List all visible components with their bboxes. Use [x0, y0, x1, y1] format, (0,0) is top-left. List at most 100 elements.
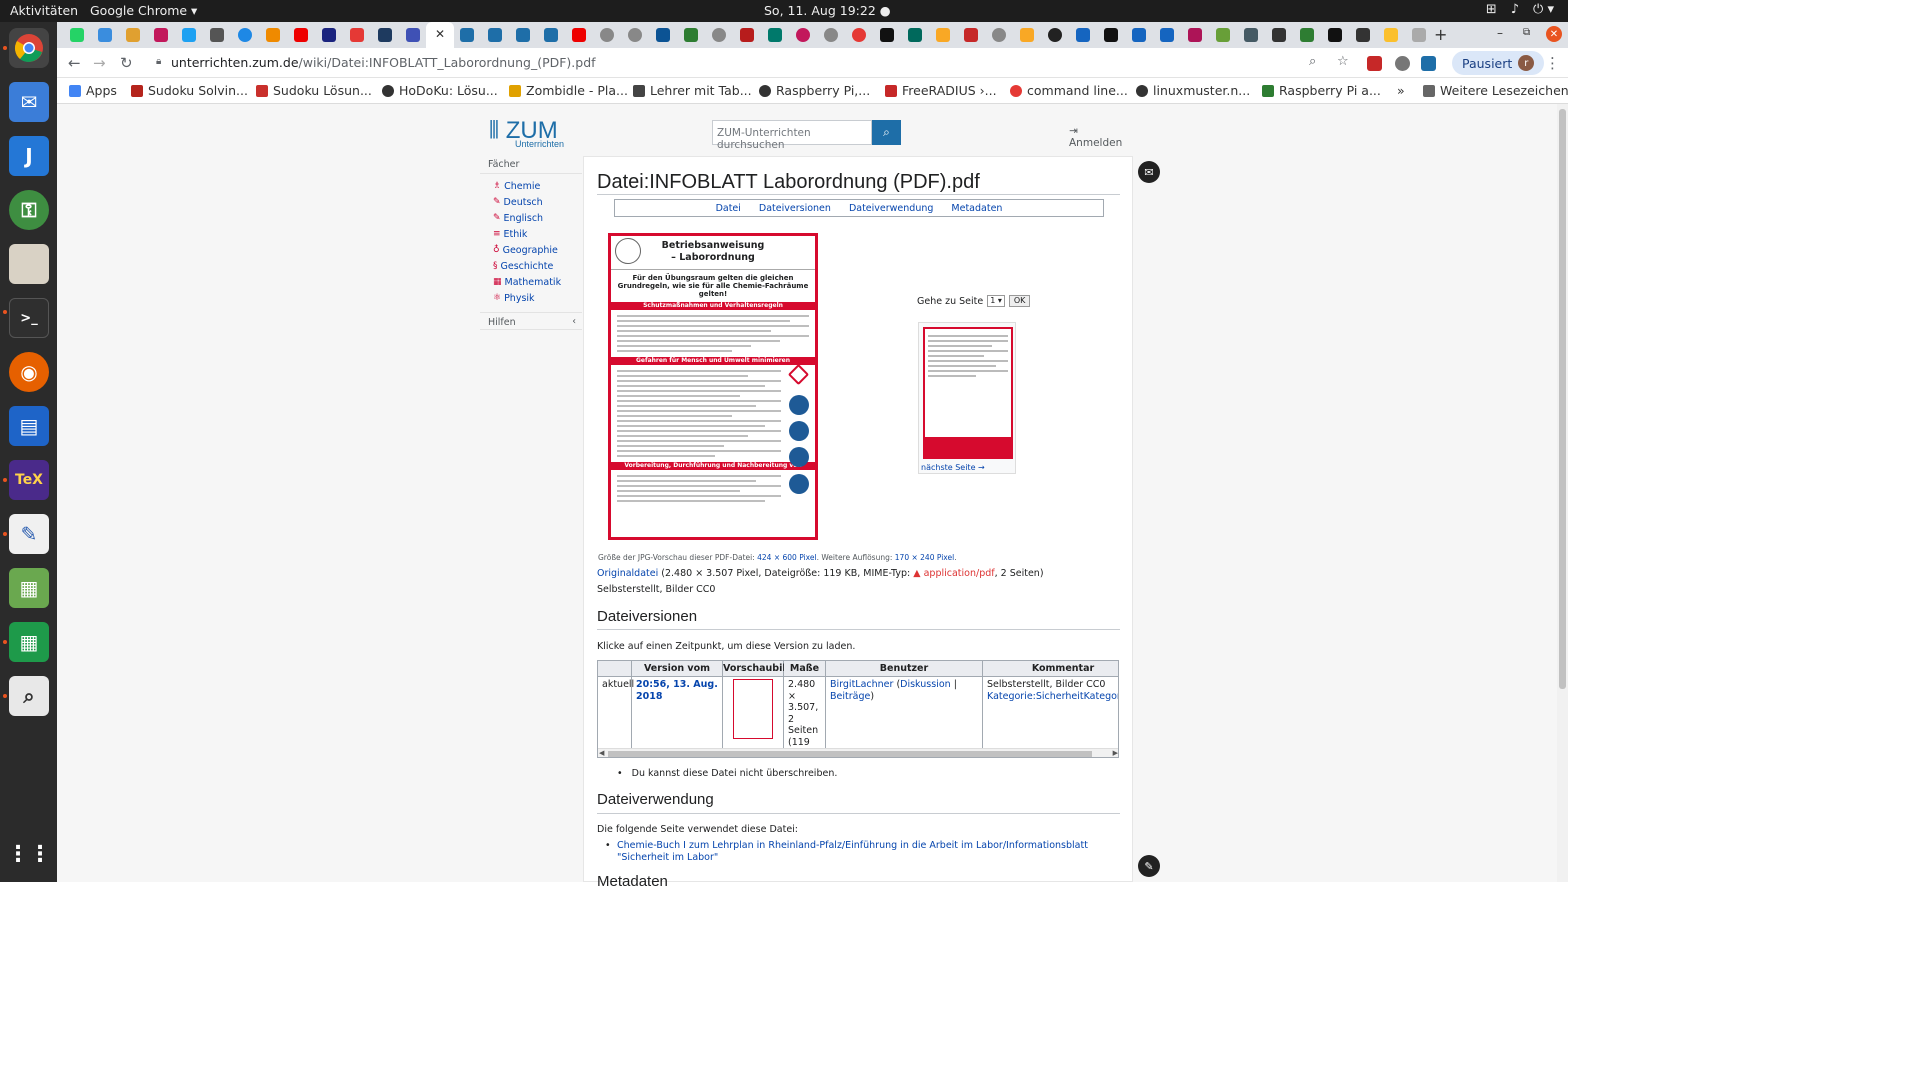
version-date-link[interactable]: 20:56, 13. Aug. 2018: [632, 677, 722, 704]
bookmark-apps[interactable]: Apps: [69, 83, 117, 98]
tab-favicon[interactable]: [656, 28, 670, 42]
bookmark-item[interactable]: command line...: [1010, 83, 1128, 98]
sidebar-item-chemie[interactable]: ♗ Chemie: [480, 178, 582, 194]
bookmark-item[interactable]: FreeRADIUS ›...: [885, 83, 997, 98]
tab-favicon[interactable]: [1272, 28, 1286, 42]
tab-favicon[interactable]: [516, 28, 530, 42]
tab-favicon[interactable]: [1104, 28, 1118, 42]
tab-favicon[interactable]: [460, 28, 474, 42]
profile-paused-button[interactable]: Pausiert r: [1452, 51, 1545, 75]
page-select[interactable]: 1 ▾: [987, 295, 1005, 307]
tab-favicon[interactable]: [964, 28, 978, 42]
sidebar-item-physik[interactable]: ⚛ Physik: [480, 290, 582, 306]
tab-favicon[interactable]: [1328, 28, 1342, 42]
close-window-button[interactable]: ✕: [1546, 26, 1562, 42]
pdf-preview-image[interactable]: Betriebsanweisung – Laborordnung Für den…: [608, 233, 818, 540]
system-tray[interactable]: ⊞ ♪ ⏻ ▾: [1486, 2, 1554, 17]
sidebar-item-geschichte[interactable]: § Geschichte: [480, 258, 582, 274]
bookmark-item[interactable]: Raspberry Pi,...: [759, 83, 870, 98]
text-editor-icon[interactable]: ✎: [9, 514, 49, 554]
original-file-link[interactable]: Originaldatei: [597, 568, 658, 579]
tab-favicon[interactable]: [1048, 28, 1062, 42]
tab-favicon[interactable]: [544, 28, 558, 42]
size-link[interactable]: 424 × 600 Pixel: [757, 553, 816, 562]
new-tab-button[interactable]: +: [1434, 25, 1447, 44]
tab-favicon[interactable]: [406, 28, 420, 42]
active-tab[interactable]: ✕: [426, 22, 454, 48]
chrome-icon[interactable]: [9, 28, 49, 68]
zum-logo[interactable]: ⫴ ZUM Unterrichten: [489, 117, 564, 149]
login-link[interactable]: ⇥ Anmelden: [1069, 125, 1132, 149]
page-scrollbar[interactable]: [1557, 104, 1568, 882]
toc-link-datei[interactable]: Datei: [716, 203, 741, 214]
bookmark-item[interactable]: Raspberry Pi a...: [1262, 83, 1381, 98]
texstudio-icon[interactable]: TeX: [9, 460, 49, 500]
bookmark-item[interactable]: linuxmuster.n...: [1136, 83, 1250, 98]
usage-link[interactable]: • Chemie-Buch I zum Lehrplan in Rheinland…: [605, 840, 1097, 863]
mail-icon[interactable]: ✉: [9, 82, 49, 122]
table-horizontal-scrollbar[interactable]: ◀ ▶: [598, 748, 1118, 757]
tab-favicon[interactable]: [1020, 28, 1034, 42]
bookmark-item[interactable]: Zombidle - Pla...: [509, 83, 628, 98]
tab-favicon[interactable]: [182, 28, 196, 42]
toc-link-dateiverwendung[interactable]: Dateiverwendung: [849, 203, 933, 214]
tab-favicon[interactable]: [880, 28, 894, 42]
goto-ok-button[interactable]: OK: [1008, 295, 1031, 307]
bookmarks-overflow[interactable]: »: [1397, 83, 1405, 98]
tab-favicon[interactable]: [1188, 28, 1202, 42]
edit-tool-icon[interactable]: ✎: [1138, 855, 1160, 877]
tab-favicon[interactable]: [1300, 28, 1314, 42]
tab-favicon[interactable]: [1384, 28, 1398, 42]
tab-favicon[interactable]: [154, 28, 168, 42]
tab-favicon[interactable]: [684, 28, 698, 42]
search-button[interactable]: ⌕: [872, 120, 901, 145]
joplin-icon[interactable]: J: [9, 136, 49, 176]
sidebar-item-geographie[interactable]: ♁ Geographie: [480, 242, 582, 258]
tab-favicon[interactable]: [992, 28, 1006, 42]
tab-favicon[interactable]: [1356, 28, 1370, 42]
activities-button[interactable]: Aktivitäten: [10, 3, 78, 18]
tab-favicon[interactable]: [266, 28, 280, 42]
minimize-button[interactable]: –: [1497, 26, 1503, 40]
category-link[interactable]: Kategorie:SicherheitKategorie:Lab: [987, 691, 1118, 703]
version-thumbnail[interactable]: [733, 679, 773, 739]
maximize-button[interactable]: ⧉: [1523, 27, 1530, 38]
tab-favicon[interactable]: [572, 28, 586, 42]
chat-icon[interactable]: ✉: [1138, 161, 1160, 183]
show-apps-icon[interactable]: ⋮⋮: [7, 834, 51, 874]
extension-icon[interactable]: [1367, 56, 1382, 71]
tab-favicon[interactable]: [238, 28, 252, 42]
tab-favicon[interactable]: [322, 28, 336, 42]
tab-favicon[interactable]: [936, 28, 950, 42]
back-icon[interactable]: ←: [68, 54, 81, 72]
tab-favicon[interactable]: [1412, 28, 1426, 42]
tab-favicon[interactable]: [852, 28, 866, 42]
tab-favicon[interactable]: [126, 28, 140, 42]
tab-favicon[interactable]: [210, 28, 224, 42]
forward-icon[interactable]: →: [93, 54, 106, 72]
size-link[interactable]: 170 × 240 Pixel: [895, 553, 954, 562]
address-bar[interactable]: unterrichten.zum.de/wiki/Datei:INFOBLATT…: [171, 55, 596, 70]
tab-favicon[interactable]: [796, 28, 810, 42]
tab-favicon[interactable]: [1160, 28, 1174, 42]
tab-favicon[interactable]: [740, 28, 754, 42]
bookmark-item[interactable]: Lehrer mit Tab...: [633, 83, 752, 98]
tab-favicon[interactable]: [1076, 28, 1090, 42]
tab-favicon[interactable]: [824, 28, 838, 42]
sidebar-item-ethik[interactable]: ≡ Ethik: [480, 226, 582, 242]
tab-favicon[interactable]: [1244, 28, 1258, 42]
search-app-icon[interactable]: ⌕: [9, 676, 49, 716]
user-talk-link[interactable]: Diskussion: [900, 679, 951, 690]
tab-favicon[interactable]: [600, 28, 614, 42]
keepass-icon[interactable]: ⚿: [9, 190, 49, 230]
firefox-icon[interactable]: ◉: [9, 352, 49, 392]
lock-icon[interactable]: 🔒︎: [156, 56, 161, 67]
toc-link-metadaten[interactable]: Metadaten: [951, 203, 1002, 214]
sidebar-item-mathematik[interactable]: ▦ Mathematik: [480, 274, 582, 290]
tab-favicon[interactable]: [98, 28, 112, 42]
menu-icon[interactable]: ⋮: [1545, 54, 1560, 72]
extension-icon[interactable]: [1395, 56, 1410, 71]
writer-icon[interactable]: ▤: [9, 406, 49, 446]
software-icon[interactable]: ▦: [9, 568, 49, 608]
tab-favicon[interactable]: [350, 28, 364, 42]
